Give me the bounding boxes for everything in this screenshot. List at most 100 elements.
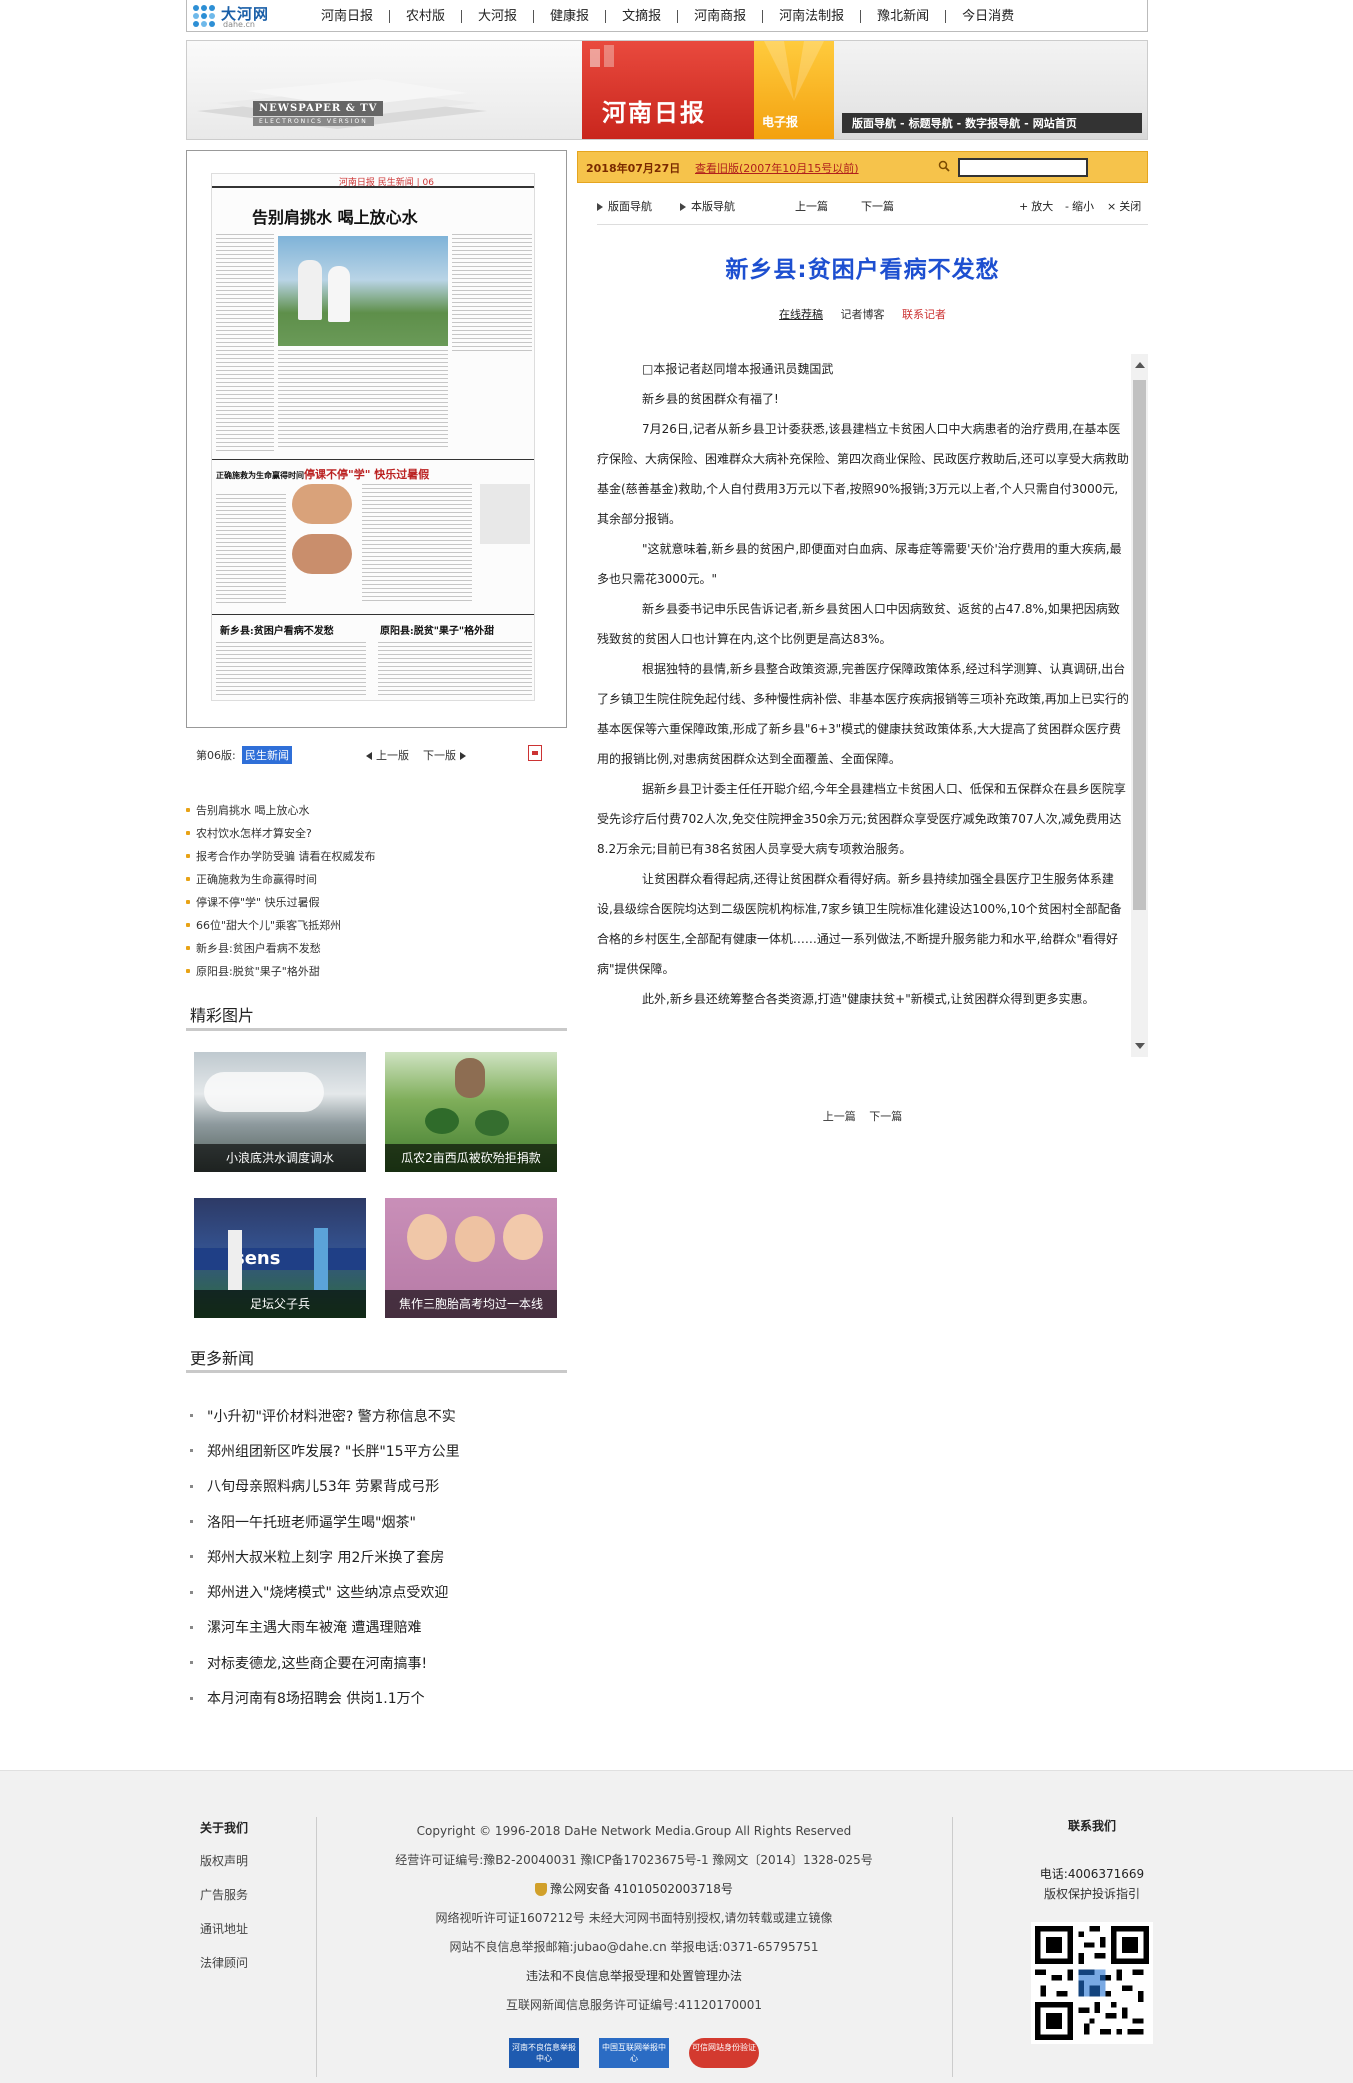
more-news-divider: [186, 1370, 567, 1373]
footer-link-address[interactable]: 通讯地址: [200, 1920, 248, 1954]
more-news-item[interactable]: 漯河车主遇大雨车被淹 遭遇理赔难: [190, 1610, 567, 1645]
nav-item-legal[interactable]: 河南法制报: [763, 9, 862, 23]
article-paragraph: "这就意味着,新乡县的贫困户,即便面对白血病、尿毒症等需要'天价'治疗费用的重大…: [597, 542, 1122, 586]
footer-badges: 河南不良信息举报中心 中国互联网举报中心 可信网站身份验证: [316, 2038, 952, 2068]
article-bottom-nav: 上一篇 下一篇: [577, 1108, 1148, 1124]
nav-item-health[interactable]: 健康报: [534, 9, 607, 23]
picture-tile-watermelon[interactable]: 瓜农2亩西瓜被砍殆拒捐款: [385, 1052, 557, 1172]
nav-item-consumer[interactable]: 今日消费: [946, 10, 1030, 23]
page-thumbnail-image[interactable]: 河南日报 民生新闻 | 06 告别肩挑水 喝上放心水 停课不停"学" 快乐过暑假…: [211, 173, 535, 701]
thumb-photo-water: [278, 236, 448, 346]
date-bar: 2018年07月27日 查看旧版(2007年10月15号以前): [577, 151, 1148, 183]
more-news-item[interactable]: "小升初"评价材料泄密? 警方称信息不实: [190, 1398, 567, 1433]
bullet-icon: [190, 1555, 193, 1559]
this-page-nav-button[interactable]: 本版导航: [680, 198, 735, 214]
more-news-item[interactable]: 郑州大叔米粒上刻字 用2斤米换了套房: [190, 1539, 567, 1574]
more-news-item[interactable]: 洛阳一午托班老师逼学生喝"烟茶": [190, 1504, 567, 1539]
more-news-item[interactable]: 对标麦德龙,这些商企要在河南搞事!: [190, 1645, 567, 1680]
nav-item-dahe[interactable]: 大河报: [462, 9, 535, 23]
next-page-link[interactable]: 下一版: [423, 747, 466, 763]
nav-item-henan-daily[interactable]: 河南日报: [305, 9, 391, 23]
badge-henan-report[interactable]: 河南不良信息举报中心: [509, 2038, 579, 2068]
arrow-right-icon: [597, 203, 603, 211]
page-nav-button[interactable]: 版面导航: [597, 198, 652, 214]
scroll-down-icon[interactable]: [1135, 1043, 1145, 1049]
bullet-icon: [190, 1449, 193, 1453]
headline-item[interactable]: 报考合作办学防受骗 请看在权威发布: [186, 844, 567, 867]
bullet-icon: [190, 1696, 193, 1700]
footer-link-copyright[interactable]: 版权声明: [200, 1852, 248, 1886]
banner-link-digital-nav[interactable]: 数字报导航: [965, 115, 1020, 131]
date-search-input[interactable]: [958, 158, 1088, 177]
search-icon[interactable]: [938, 160, 950, 172]
reporter-blog-link[interactable]: 记者博客: [841, 308, 885, 321]
scroll-up-icon[interactable]: [1135, 362, 1145, 368]
dahe-logo[interactable]: 大河网 dahe.cn: [193, 3, 281, 29]
nav-item-business[interactable]: 河南商报: [678, 9, 764, 23]
footer-link-ads[interactable]: 广告服务: [200, 1886, 248, 1920]
zoom-in-button[interactable]: + 放大: [1019, 198, 1053, 214]
bottom-next-article-link[interactable]: 下一篇: [869, 1110, 902, 1123]
current-page-name[interactable]: 民生新闻: [242, 746, 292, 764]
badge-trusted-site[interactable]: 可信网站身份验证: [689, 2038, 759, 2068]
footer-complaint-link[interactable]: 版权保护投诉指引: [952, 1884, 1232, 1904]
article-scrollbar[interactable]: [1131, 354, 1148, 1057]
footer-report: 网站不良信息举报邮箱:jubao@dahe.cn 举报电话:0371-65795…: [449, 1940, 819, 1954]
headline-item[interactable]: 正确施救为生命赢得时间: [186, 867, 567, 890]
nav-item-digest[interactable]: 文摘报: [606, 9, 679, 23]
picture-tile-flood[interactable]: 小浪底洪水调度调水: [194, 1052, 366, 1172]
footer-contact-title: 联系我们: [1067, 1819, 1116, 1833]
close-button[interactable]: × 关闭: [1107, 198, 1141, 214]
logo-domain: dahe.cn: [223, 20, 255, 29]
pdf-icon[interactable]: [528, 745, 542, 761]
footer-av-license: 网络视听许可证1607212号 未经大河网书面特别授权,请勿转载或建立镜像: [435, 1911, 833, 1925]
headline-item[interactable]: 新乡县:贫困户看病不发愁: [186, 936, 567, 959]
toolbar-divider: [597, 224, 1148, 225]
footer-phone: 电话:4006371669: [1039, 1867, 1145, 1881]
more-news-item[interactable]: 郑州组团新区咋发展? "长胖"15平方公里: [190, 1433, 567, 1468]
thumb-sub2: 新乡县:贫困户看病不发愁: [220, 626, 334, 637]
zoom-out-button[interactable]: - 缩小: [1065, 198, 1094, 214]
prev-page-link[interactable]: 上一版: [366, 747, 409, 763]
thumb-headline: 告别肩挑水 喝上放心水: [252, 208, 418, 227]
banner-newspaper-tv: NEWSPAPER & TV: [253, 101, 384, 116]
headline-item[interactable]: 原阳县:脱贫"果子"格外甜: [186, 959, 567, 982]
more-news-item[interactable]: 郑州进入"烧烤模式" 这些纳凉点受欢迎: [190, 1574, 567, 1609]
headline-item[interactable]: 停课不停"学" 快乐过暑假: [186, 890, 567, 913]
footer-report-rules-link[interactable]: 违法和不良信息举报受理和处置管理办法: [316, 1962, 952, 1991]
scrollbar-thumb[interactable]: [1133, 380, 1146, 910]
qr-code-icon: [1031, 1922, 1153, 2044]
logo-dots-icon: [193, 5, 217, 27]
next-article-button[interactable]: 下一篇: [861, 198, 894, 214]
more-news-section-title: 更多新闻: [190, 1349, 255, 1368]
headline-item[interactable]: 66位"甜大个儿"乘客飞抵郑州: [186, 913, 567, 936]
article-text: □本报记者赵同增本报通讯员魏国武 新乡县的贫困群众有福了! 7月26日,记者从新…: [597, 354, 1129, 1014]
banner-link-home[interactable]: 网站首页: [1033, 115, 1077, 131]
article-body[interactable]: □本报记者赵同增本报通讯员魏国武 新乡县的贫困群众有福了! 7月26日,记者从新…: [597, 354, 1148, 1057]
bullet-icon: [186, 968, 190, 973]
old-version-link[interactable]: 查看旧版(2007年10月15号以前): [695, 160, 859, 176]
prev-article-button[interactable]: 上一篇: [795, 198, 828, 214]
article-paragraph: 7月26日,记者从新乡县卫计委获悉,该县建档立卡贫困人口中大病患者的治疗费用,在…: [597, 422, 1129, 526]
banner-link-page-nav[interactable]: 版面导航: [852, 115, 896, 131]
page-thumbnail[interactable]: 河南日报 民生新闻 | 06 告别肩挑水 喝上放心水 停课不停"学" 快乐过暑假…: [186, 150, 567, 728]
bottom-prev-article-link[interactable]: 上一篇: [823, 1110, 856, 1123]
nav-item-rural[interactable]: 农村版: [390, 9, 463, 23]
thumb-side1: 正确施救为生命赢得时间: [216, 470, 304, 480]
banner-link-title-nav[interactable]: 标题导航: [909, 115, 953, 131]
footer-police-record[interactable]: 豫公网安备 41010502003718号: [316, 1875, 952, 1904]
more-news-item[interactable]: 本月河南有8场招聘会 供岗1.1万个: [190, 1680, 567, 1715]
page-bar: 第06版: 民生新闻 上一版 下一版: [186, 742, 567, 766]
article-paragraph: 据新乡县卫计委主任任开聪介绍,今年全县建档立卡贫困人口、低保和五保群众在县乡医院…: [597, 782, 1126, 856]
contact-reporter-link[interactable]: 联系记者: [902, 308, 946, 321]
nav-item-yubei[interactable]: 豫北新闻: [861, 9, 947, 23]
headline-item[interactable]: 农村饮水怎样才算安全?: [186, 821, 567, 844]
badge-china-report[interactable]: 中国互联网举报中心: [599, 2038, 669, 2068]
footer-link-legal[interactable]: 法律顾问: [200, 1954, 248, 1988]
picture-tile-football[interactable]: sens 足坛父子兵: [194, 1198, 366, 1318]
issue-date: 2018年07月27日: [586, 162, 681, 175]
more-news-item[interactable]: 八旬母亲照料病儿53年 劳累背成弓形: [190, 1469, 567, 1504]
picture-tile-triplets[interactable]: 焦作三胞胎高考均过一本线: [385, 1198, 557, 1318]
recommend-link[interactable]: 在线荐稿: [779, 308, 823, 321]
headline-item[interactable]: 告别肩挑水 喝上放心水: [186, 798, 567, 821]
